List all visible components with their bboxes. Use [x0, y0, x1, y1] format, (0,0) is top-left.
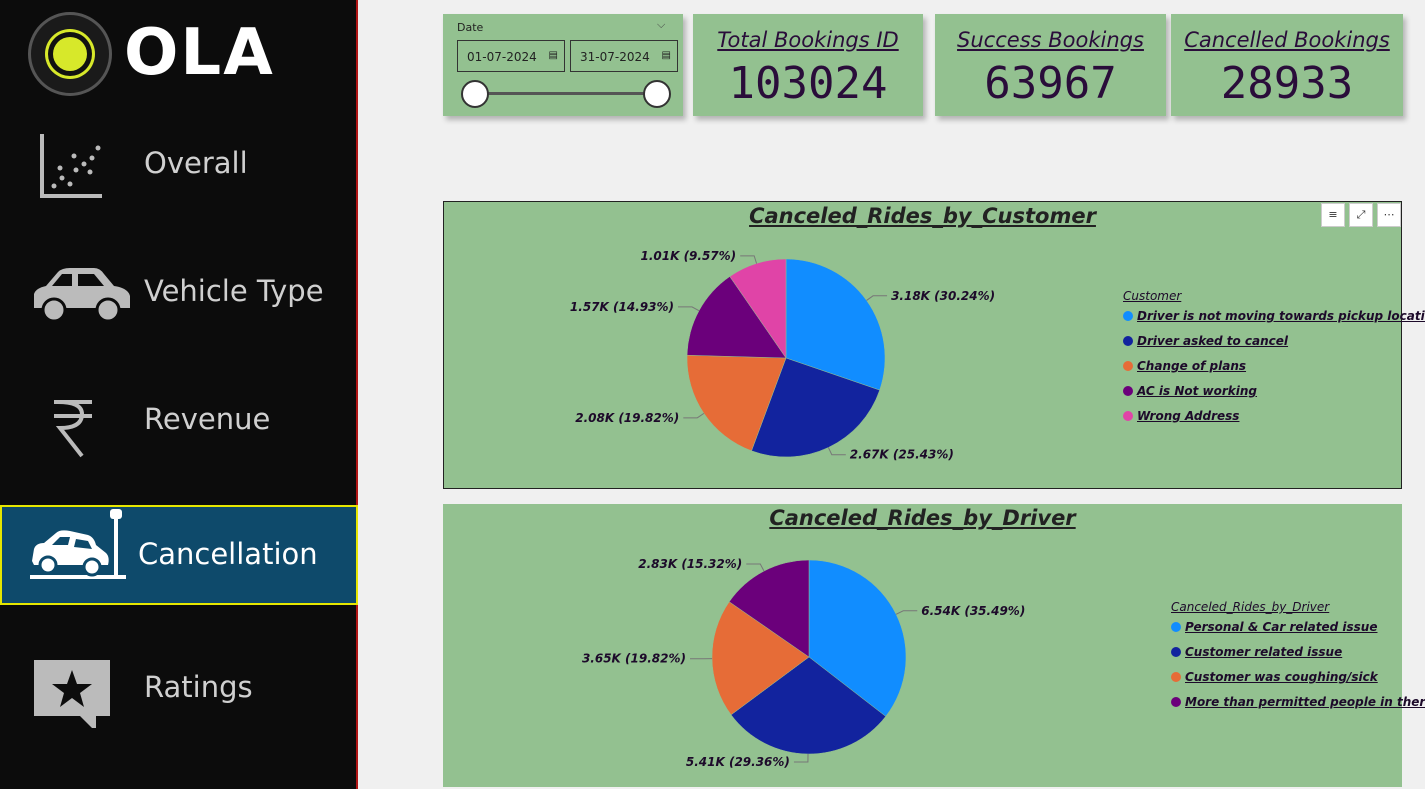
legend-item[interactable]: Wrong Address — [1123, 409, 1425, 434]
nav-item-vehicle-type[interactable]: Vehicle Type — [0, 244, 358, 344]
leader-line — [793, 753, 809, 763]
calendar-icon[interactable]: ▤ — [662, 50, 671, 61]
date-slicer-label: Date — [457, 21, 484, 34]
car-icon — [34, 268, 130, 323]
legend-item[interactable]: Driver is not moving towards pickup loca… — [1123, 309, 1425, 334]
data-label: 3.18K (30.24%) — [891, 289, 995, 303]
legend-marker — [1123, 361, 1133, 371]
kpi-card-success-bookings: Success Bookings 63967 — [935, 14, 1166, 116]
date-slicer: Date ⌵ 01-07-2024 ▤ 31-07-2024 ▤ — [443, 14, 683, 116]
nav-item-revenue[interactable]: Revenue — [0, 372, 358, 472]
nav-label-revenue: Revenue — [144, 402, 271, 436]
legend-title: Customer — [1123, 289, 1182, 303]
legend-item[interactable]: Driver asked to cancel — [1123, 334, 1425, 359]
legend-label: AC is Not working — [1137, 384, 1258, 398]
legend-label: Wrong Address — [1137, 409, 1240, 423]
legend-marker — [1123, 336, 1133, 346]
end-date-input[interactable]: 31-07-2024 ▤ — [570, 40, 678, 72]
legend-label: Customer related issue — [1185, 645, 1343, 659]
legend-item[interactable]: Change of plans — [1123, 359, 1425, 384]
start-date-input[interactable]: 01-07-2024 ▤ — [457, 40, 565, 72]
filter-icon[interactable]: ≡ — [1321, 203, 1345, 227]
start-date-value: 01-07-2024 — [467, 50, 537, 64]
more-options-icon[interactable]: ⋯ — [1377, 203, 1401, 227]
kpi-title: Total Bookings ID — [717, 28, 899, 52]
nav-label-vehicle-type: Vehicle Type — [144, 274, 324, 308]
date-range-end-handle[interactable] — [643, 80, 671, 108]
focus-mode-icon[interactable]: ⤢ — [1349, 203, 1373, 227]
legend-label: Customer was coughing/sick — [1185, 670, 1378, 684]
star-rating-icon — [34, 660, 110, 728]
canceled-by-customer-visual[interactable]: 3.18K (30.24%) 2.67K (25.43%) 2.08K (19.82… — [443, 201, 1425, 489]
data-label: 2.83K (15.32%) — [638, 557, 742, 571]
date-range-slider-track[interactable] — [473, 92, 655, 95]
brand-name: OLA — [124, 16, 275, 90]
data-label: 2.08K (19.82%) — [575, 411, 679, 425]
data-label: 5.41K (29.36%) — [686, 755, 790, 769]
kpi-value: 103024 — [728, 58, 888, 109]
ola-logo-icon — [28, 12, 112, 96]
legend-item[interactable]: More than permitted people in there — [1171, 695, 1425, 720]
data-label: 3.65K (19.82%) — [582, 652, 686, 666]
canceled-by-driver-visual[interactable]: 6.54K (35.49%) 5.41K (29.36%) 3.65K (19.82… — [443, 504, 1425, 787]
nav-label-overall: Overall — [144, 146, 248, 180]
legend-label: Driver asked to cancel — [1137, 334, 1289, 348]
leader-line — [677, 306, 700, 312]
chart-legend: Canceled_Rides_by_Driver Personal & Car … — [1171, 600, 1425, 720]
legend-label: Driver is not moving towards pickup loca… — [1137, 309, 1425, 323]
legend-item[interactable]: AC is Not working — [1123, 384, 1425, 409]
end-date-value: 31-07-2024 — [580, 50, 650, 64]
legend-marker — [1123, 411, 1133, 421]
legend-label: Change of plans — [1137, 359, 1247, 373]
legend-label: Personal & Car related issue — [1185, 620, 1378, 634]
leader-line — [683, 412, 705, 419]
data-label: 6.54K (35.49%) — [921, 604, 1025, 618]
data-label: 2.67K (25.43%) — [850, 448, 954, 462]
nav-item-cancellation[interactable]: Cancellation — [0, 505, 358, 605]
legend-item[interactable]: Personal & Car related issue — [1171, 620, 1425, 645]
nav-item-overall[interactable]: Overall — [0, 116, 358, 216]
legend-marker — [1171, 622, 1181, 632]
legend-label: More than permitted people in there — [1185, 695, 1425, 709]
nav-item-ratings[interactable]: Ratings — [0, 640, 358, 740]
leader-line — [895, 610, 918, 615]
calendar-icon[interactable]: ▤ — [549, 50, 558, 61]
chart-legend: Customer Driver is not moving towards pi… — [1123, 289, 1425, 434]
legend-item[interactable]: Customer was coughing/sick — [1171, 670, 1425, 695]
legend-marker — [1123, 386, 1133, 396]
legend-title: Canceled_Rides_by_Driver — [1171, 600, 1330, 614]
nav-label-cancellation: Cancellation — [138, 537, 318, 571]
legend-marker — [1123, 311, 1133, 321]
data-label: 1.01K (9.57%) — [640, 249, 736, 263]
leader-line — [866, 295, 888, 301]
data-label: 1.57K (14.93%) — [570, 300, 674, 314]
kpi-card-total-bookings: Total Bookings ID 103024 — [693, 14, 923, 116]
rupee-icon — [54, 400, 92, 458]
scatter-chart-icon — [40, 134, 102, 198]
kpi-value: 63967 — [984, 58, 1117, 109]
kpi-title: Success Bookings — [957, 28, 1144, 52]
chevron-down-icon[interactable]: ⌵ — [657, 18, 665, 32]
leader-line — [827, 447, 846, 456]
kpi-value: 28933 — [1220, 58, 1354, 109]
nav-label-ratings: Ratings — [144, 670, 253, 704]
kpi-title: Cancelled Bookings — [1184, 28, 1390, 52]
legend-marker — [1171, 672, 1181, 682]
dashboard: OLA Overall Vehicle Type Revenue Cancell… — [0, 0, 1425, 789]
legend-marker — [1171, 697, 1181, 707]
leader-line — [746, 563, 765, 572]
kpi-card-cancelled-bookings: Cancelled Bookings 28933 — [1171, 14, 1403, 116]
date-range-start-handle[interactable] — [461, 80, 489, 108]
chart-title: Canceled_Rides_by_Driver — [769, 506, 1076, 530]
chart-title: Canceled_Rides_by_Customer — [749, 204, 1096, 228]
legend-item[interactable]: Customer related issue — [1171, 645, 1425, 670]
ola-logo: OLA — [28, 12, 288, 96]
legend-marker — [1171, 647, 1181, 657]
leader-line — [740, 255, 758, 264]
sidebar: OLA Overall Vehicle Type Revenue Cancell… — [0, 0, 358, 789]
car-crash-icon — [30, 509, 126, 579]
